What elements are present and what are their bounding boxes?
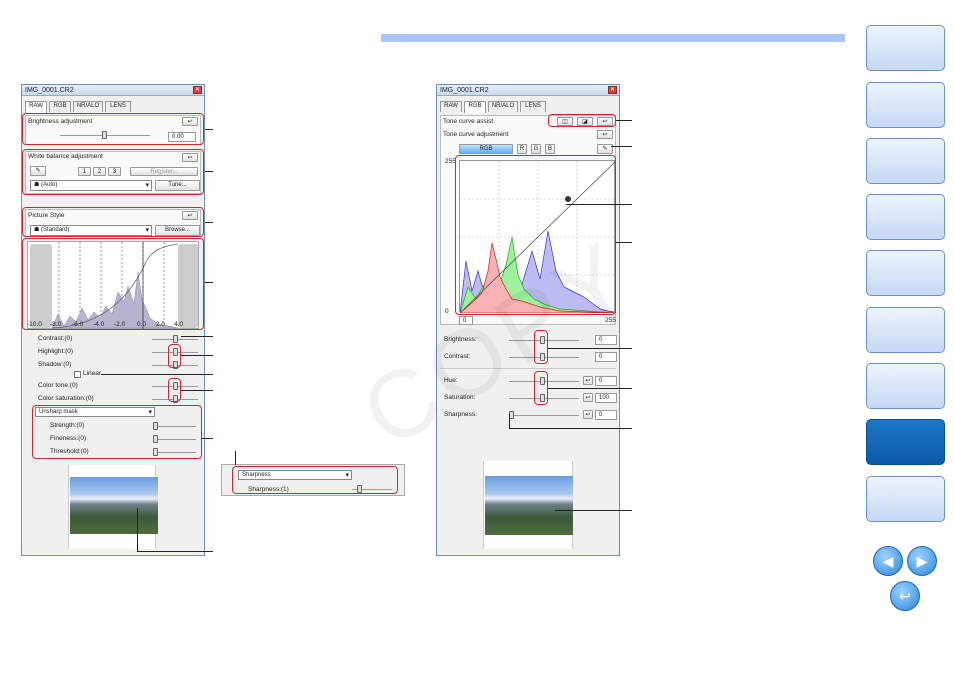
tab-nr-alo[interactable]: NR/ALO xyxy=(73,101,103,112)
nav-button-4[interactable] xyxy=(866,194,945,240)
section-header-bar xyxy=(381,34,845,42)
close-icon[interactable]: ✕ xyxy=(608,86,617,94)
color-tone-label: Color tone:(0) xyxy=(38,382,78,389)
shadow-label: Shadow:(0) xyxy=(38,361,72,368)
callout-line xyxy=(181,390,213,391)
tone-assist-label: Tone curve assist xyxy=(443,118,494,125)
tab-raw[interactable]: RAW xyxy=(25,101,47,113)
right-window-title: IMG_0001.CR2 xyxy=(437,85,619,96)
rgb-sharpness-field[interactable]: 0 xyxy=(595,410,617,420)
callout-line xyxy=(611,146,632,147)
saturation-reset-button[interactable]: ↩ xyxy=(583,393,593,402)
highlight-tone-assist xyxy=(548,114,616,127)
highlight-inset xyxy=(232,466,398,494)
nav-button-8-active[interactable] xyxy=(866,419,945,465)
nav-button-6[interactable] xyxy=(866,307,945,353)
callout-line xyxy=(181,336,213,337)
callout-line xyxy=(205,171,213,172)
highlight-label: Highlight:(0) xyxy=(38,348,74,355)
highlight-highlight-shadow xyxy=(168,344,181,368)
tab-rgb[interactable]: RGB xyxy=(464,101,486,113)
callout-line xyxy=(566,204,632,205)
highlight-picture-style xyxy=(22,207,204,237)
nav-button-3[interactable] xyxy=(866,138,945,184)
callout-line xyxy=(181,355,213,356)
nav-button-5[interactable] xyxy=(866,250,945,296)
tab-lens[interactable]: LENS xyxy=(520,101,546,112)
navigator-thumbnail[interactable] xyxy=(485,476,573,535)
hue-field[interactable]: 0 xyxy=(595,376,617,386)
nav-button-2[interactable] xyxy=(866,82,945,128)
tone-adjust-label: Tone curve adjustment xyxy=(443,131,509,138)
callout-line xyxy=(509,414,510,428)
left-window-title: IMG_0001.CR2 xyxy=(22,85,204,96)
navigator-thumbnail[interactable] xyxy=(70,477,158,534)
callout-line xyxy=(509,428,632,429)
callout-line xyxy=(205,222,213,223)
tab-raw[interactable]: RAW xyxy=(440,101,462,112)
channel-g-button[interactable]: G xyxy=(531,144,541,154)
callout-line xyxy=(137,508,138,551)
hue-reset-button[interactable]: ↩ xyxy=(583,376,593,385)
callout-line xyxy=(205,282,213,283)
highlight-white-balance xyxy=(22,149,204,195)
callout-line xyxy=(235,451,236,465)
tab-rgb[interactable]: RGB xyxy=(49,101,71,112)
sharpness-reset-button[interactable]: ↩ xyxy=(583,410,593,419)
callout-line xyxy=(548,388,632,389)
previous-page-icon[interactable]: ◀ xyxy=(873,546,903,576)
next-page-icon[interactable]: ▶ xyxy=(907,546,937,576)
color-saturation-label: Color saturation:(0) xyxy=(38,395,94,402)
callout-line xyxy=(616,242,632,243)
nav-button-9[interactable] xyxy=(866,476,945,522)
channel-b-button[interactable]: B xyxy=(545,144,555,154)
contrast-slider[interactable] xyxy=(173,335,178,343)
highlight-histogram xyxy=(22,238,204,330)
channel-rgb-button[interactable]: RGB xyxy=(459,144,513,154)
saturation-field[interactable]: 100 xyxy=(595,393,617,403)
tone-adjust-reset-button[interactable]: ↩ xyxy=(597,130,613,139)
callout-line xyxy=(137,551,213,552)
return-icon[interactable]: ↩ xyxy=(890,581,920,611)
linear-checkbox[interactable] xyxy=(74,371,81,378)
channel-r-button[interactable]: R xyxy=(517,144,527,154)
callout-line xyxy=(101,374,213,375)
linear-label: Linear xyxy=(83,370,102,377)
highlight-tone-saturation xyxy=(168,378,181,402)
nav-button-1[interactable] xyxy=(866,25,945,71)
tab-nr-alo[interactable]: NR/ALO xyxy=(488,101,518,112)
callout-line xyxy=(555,510,632,511)
callout-line xyxy=(616,120,632,121)
callout-line xyxy=(202,438,213,439)
rgb-sharpness-track xyxy=(509,415,579,416)
nav-button-7[interactable] xyxy=(866,363,945,409)
rgb-contrast-field[interactable]: 0 xyxy=(595,352,617,362)
highlight-unsharp xyxy=(32,405,202,459)
close-icon[interactable]: ✕ xyxy=(193,86,202,94)
tab-lens[interactable]: LENS xyxy=(105,101,131,112)
callout-line xyxy=(205,129,213,130)
highlight-brightness xyxy=(22,113,204,145)
contrast-label: Contrast:(0) xyxy=(38,335,73,342)
